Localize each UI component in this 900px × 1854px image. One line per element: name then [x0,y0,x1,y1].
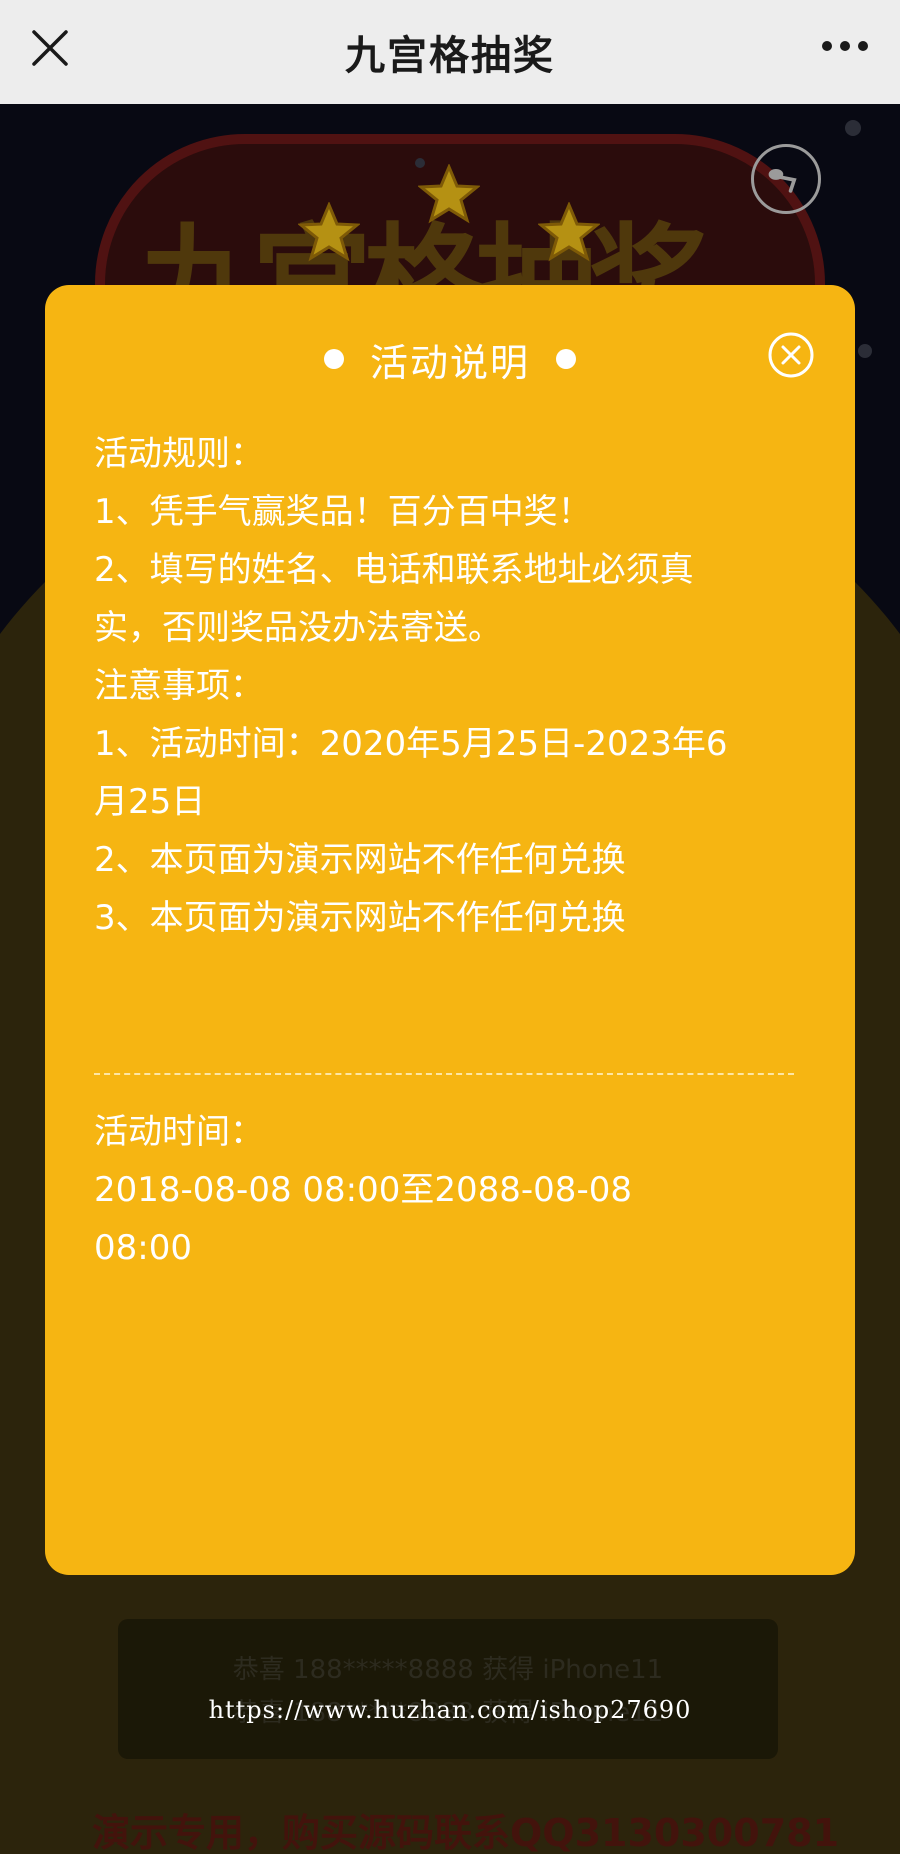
dashed-divider [94,1073,794,1075]
close-circle-icon[interactable] [767,331,815,379]
rules-line: 3、本页面为演示网站不作任何兑换 [94,898,626,938]
rules-line: 1、凭手气赢奖品！百分百中奖！ [94,492,592,532]
title-dot [323,349,344,369]
rules-line: 1、活动时间：2020年5月25日-2023年6 [94,724,728,764]
rules-line: 月25日 [94,782,206,822]
page-title: 九宫格抽奖 [345,33,555,79]
top-navbar: 九宫格抽奖 [0,0,900,104]
rules-line: 活动规则： [94,434,264,474]
time-value: 08:00 [94,1228,192,1268]
rules-line: 2、本页面为演示网站不作任何兑换 [94,840,626,880]
rules-line: 注意事项： [94,666,264,706]
close-icon[interactable] [30,28,70,68]
rules-text: 活动规则： 1、凭手气赢奖品！百分百中奖！ 2、填写的姓名、电话和联系地址必须真… [94,425,794,947]
activity-time-section: 活动时间： 2018-08-08 08:00至2088-08-08 08:00 [94,1103,794,1277]
more-dots-icon[interactable] [820,36,870,56]
time-label: 活动时间： [94,1112,264,1152]
watermark-url: https://www.huzhan.com/ishop27690 [208,1696,692,1724]
modal-title: 活动说明 [369,340,530,385]
rules-line: 实，否则奖品没办法寄送。 [94,608,502,648]
title-dot [556,349,576,369]
rules-line: 2、填写的姓名、电话和联系地址必须真 [94,550,694,590]
activity-info-modal: 活动说明 活动规则： 1、凭手气赢奖品！百分百中奖！ 2、填写的姓名、电话和联系… [45,285,855,1575]
modal-header: 活动说明 [45,329,855,389]
time-value: 2018-08-08 08:00至2088-08-08 [94,1170,632,1210]
